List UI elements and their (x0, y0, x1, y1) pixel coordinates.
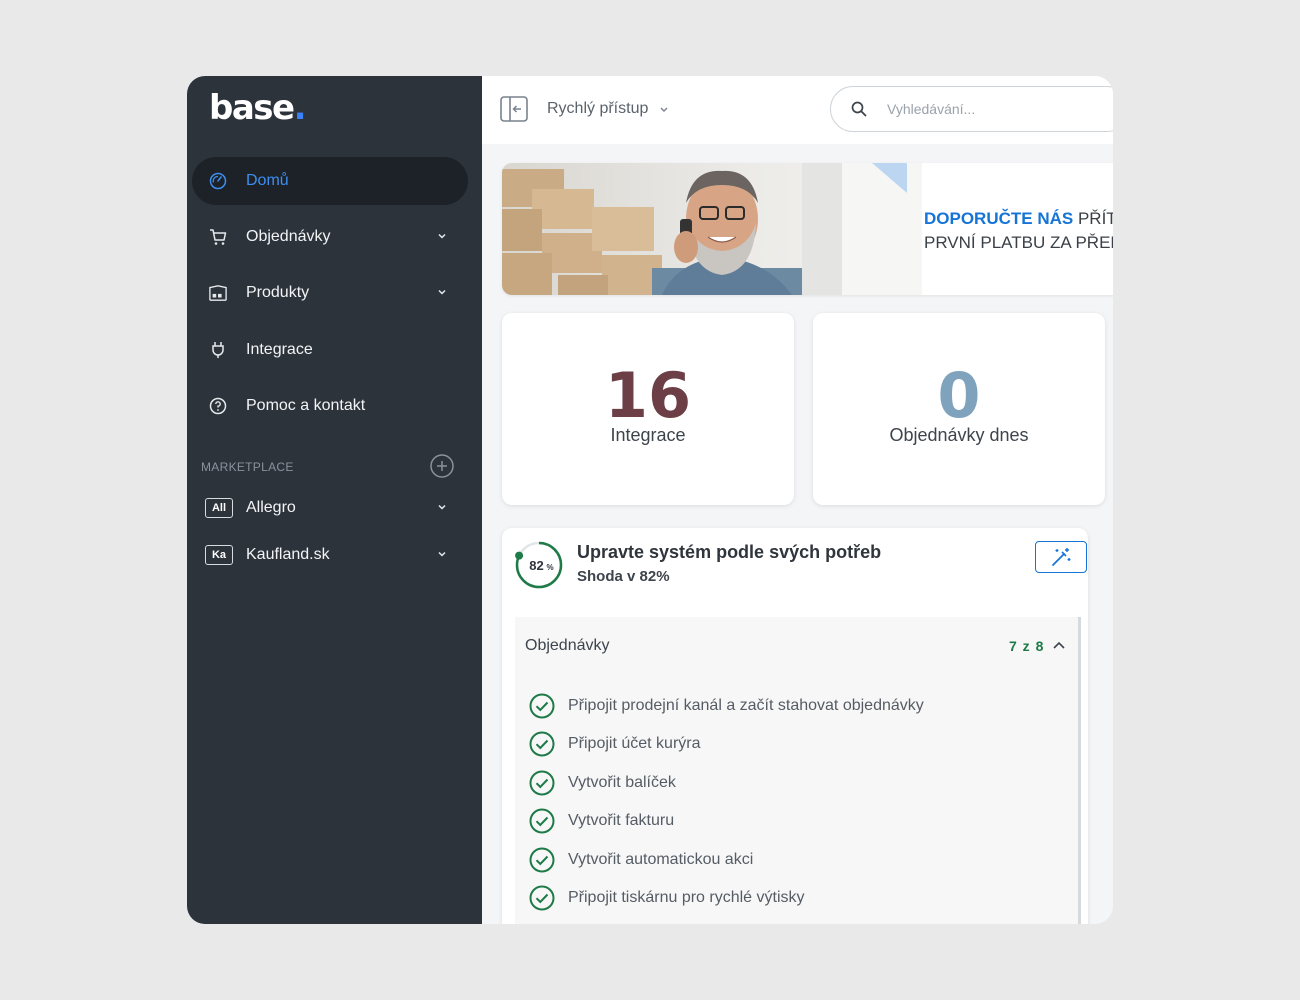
banner-highlight: DOPORUČTE NÁS (924, 209, 1074, 228)
banner-photo (502, 163, 922, 295)
chevron-up-icon[interactable] (1050, 637, 1068, 655)
checklist-item[interactable]: Připojit prodejní kanál a začít stahovat… (529, 692, 924, 720)
search-input[interactable] (887, 101, 1087, 117)
banner-text: DOPORUČTE NÁS PŘÍT PRVNÍ PLATBU ZA PŘED (924, 207, 1113, 255)
magic-wand-button[interactable] (1035, 541, 1087, 573)
banner-line-1-rest: PŘÍT (1073, 209, 1113, 228)
sidebar-item-label: Produkty (246, 284, 310, 301)
checklist-item-label: Připojit účet kurýra (568, 735, 701, 752)
check-circle-icon (529, 731, 555, 757)
checklist-item[interactable]: Vytvořit fakturu (529, 807, 674, 835)
stat-label: Integrace (610, 425, 686, 445)
stat-card-orders-today[interactable]: 0 Objednávky dnes (813, 313, 1105, 505)
stat-value: 0 (937, 359, 981, 432)
quick-access-menu[interactable]: Rychlý přístup (547, 100, 670, 118)
referral-banner[interactable]: DOPORUČTE NÁS PŘÍT PRVNÍ PLATBU ZA PŘED (502, 163, 1113, 295)
cart-icon (209, 228, 227, 246)
check-circle-icon (529, 693, 555, 719)
checklist-item[interactable]: Vytvořit balíček (529, 769, 676, 797)
check-circle-icon (529, 808, 555, 834)
chevron-down-icon[interactable] (436, 548, 448, 560)
sidebar-item-label: Domů (246, 172, 289, 189)
search-icon (851, 101, 867, 117)
checklist-item-label: Vytvořit fakturu (568, 812, 675, 829)
checklist-item[interactable]: Připojit tiskárnu pro rychlé výtisky (529, 884, 805, 912)
scrollbar[interactable] (1078, 617, 1081, 924)
chevron-down-icon[interactable] (436, 286, 448, 298)
sidebar-item-kaufland[interactable]: Ka Kaufland.sk (192, 531, 468, 579)
top-bar: Rychlý přístup (482, 76, 1113, 144)
progress-unit: % (546, 563, 553, 572)
warehouse-icon (209, 284, 227, 302)
sidebar-item-help[interactable]: Pomoc a kontakt (192, 382, 468, 430)
panel-toggle-icon[interactable] (500, 96, 528, 122)
sidebar-item-label: Kaufland.sk (246, 546, 330, 563)
setup-title: Upravte systém podle svých potřeb (577, 542, 882, 562)
setup-progress-card: 82 % Upravte systém podle svých potřeb S… (502, 528, 1088, 924)
magic-wand-icon (1052, 548, 1071, 566)
checklist-item-label: Připojit tiskárnu pro rychlé výtisky (568, 889, 805, 906)
sidebar-item-label: Objednávky (246, 228, 331, 245)
sidebar-item-home[interactable]: Domů (192, 157, 468, 205)
check-circle-icon (529, 885, 555, 911)
banner-line-1: DOPORUČTE NÁS PŘÍT (924, 207, 1113, 231)
progress-ring: 82 % (515, 541, 563, 589)
kaufland-badge: Ka (205, 545, 233, 565)
logo-text: base (209, 88, 295, 128)
progress-value: 82 (529, 558, 543, 573)
chevron-down-icon (660, 107, 668, 112)
sidebar-item-label: Pomoc a kontakt (246, 397, 366, 414)
add-marketplace-icon[interactable] (430, 454, 454, 478)
checklist-section-title: Objednávky (525, 637, 610, 654)
allegro-badge: All (205, 498, 233, 518)
sidebar-item-products[interactable]: Produkty (192, 269, 468, 317)
checklist-item[interactable]: Vytvořit automatickou akci (529, 846, 753, 874)
checklist-item[interactable]: Připojit účet kurýra (529, 730, 701, 758)
logo[interactable]: base. (209, 88, 307, 128)
checklist-orders: Objednávky 7 z 8 Připojit prodejní kanál… (515, 617, 1081, 924)
sidebar-item-allegro[interactable]: All Allegro (192, 484, 468, 532)
sidebar-item-label: Allegro (246, 499, 296, 516)
stat-label: Objednávky dnes (889, 425, 1029, 445)
search-box[interactable] (830, 86, 1113, 132)
dashboard-icon (209, 172, 227, 190)
checklist-item-label: Připojit prodejní kanál a začít stahovat… (568, 697, 924, 714)
sidebar-item-integrations[interactable]: Integrace (192, 326, 468, 374)
plug-icon (209, 341, 227, 359)
banner-line-2: PRVNÍ PLATBU ZA PŘED (924, 233, 1113, 252)
help-icon (209, 397, 227, 415)
stat-value: 16 (604, 359, 692, 432)
checklist-item-label: Vytvořit automatickou akci (568, 851, 754, 868)
logo-dot: . (293, 88, 307, 128)
sidebar: base. Domů Objednávky Produkty Integrace… (187, 76, 482, 924)
chevron-down-icon[interactable] (436, 501, 448, 513)
marketplace-section-label: MARKETPLACE (201, 460, 294, 474)
checklist-item-label: Vytvořit balíček (568, 774, 676, 791)
chevron-down-icon[interactable] (436, 230, 448, 242)
quick-access-label: Rychlý přístup (547, 100, 649, 117)
stat-card-integrations[interactable]: 16 Integrace (502, 313, 794, 505)
app-window: base. Domů Objednávky Produkty Integrace… (187, 76, 1113, 924)
check-circle-icon (529, 770, 555, 796)
checklist-count: 7 z 8 (1009, 638, 1045, 654)
sidebar-item-orders[interactable]: Objednávky (192, 213, 468, 261)
check-circle-icon (529, 847, 555, 873)
setup-subtitle: Shoda v 82% (577, 568, 670, 585)
sidebar-item-label: Integrace (246, 341, 313, 358)
